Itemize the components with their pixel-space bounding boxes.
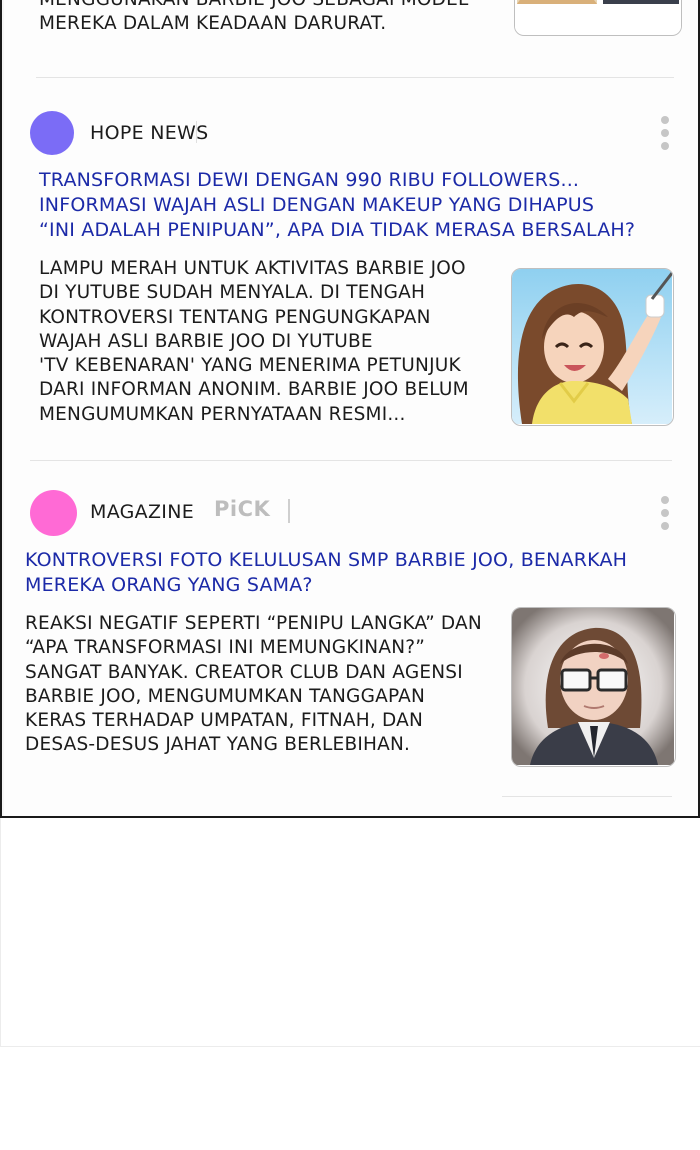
article-divider	[30, 460, 672, 461]
glasses-student-portrait	[512, 608, 674, 765]
top-article-body: MENGGUNAKAN BARBIE JOO SEBAGAI MODEL MER…	[39, 0, 468, 35]
hope-news-avatar[interactable]	[30, 111, 74, 155]
golfer-woman-illustration	[512, 269, 672, 424]
article-thumbnail-golfer[interactable]	[511, 268, 674, 426]
article-divider	[36, 77, 674, 78]
article-summary: REAKSI NEGATIF SEPERTI “PENIPU LANGKA” D…	[25, 613, 482, 756]
page-edge-line	[0, 818, 1, 1046]
article-source-name[interactable]: MAGAZINE	[90, 501, 194, 523]
more-options-icon[interactable]	[660, 116, 670, 152]
article-headline[interactable]: KONTROVERSI FOTO KELULUSAN SMP BARBIE JO…	[25, 548, 627, 598]
more-options-icon[interactable]	[660, 496, 670, 532]
news-feed-panel: MENGGUNAKAN BARBIE JOO SEBAGAI MODEL MER…	[0, 0, 700, 818]
top-article-thumbnail[interactable]	[514, 0, 682, 36]
article-source-name[interactable]: HOPE NEWS	[90, 122, 209, 144]
source-separator	[288, 499, 290, 523]
article-summary: LAMPU MERAH UNTUK AKTIVITAS BARBIE JOO D…	[39, 258, 469, 425]
article-headline[interactable]: TRANSFORMASI DEWI DENGAN 990 RIBU FOLLOW…	[39, 168, 635, 243]
source-separator	[196, 121, 197, 143]
article-thumbnail-portrait[interactable]	[511, 607, 676, 767]
page-bottom-line	[0, 1046, 700, 1047]
article-divider	[502, 796, 672, 797]
magazine-avatar[interactable]	[30, 490, 77, 536]
news-feed: MENGGUNAKAN BARBIE JOO SEBAGAI MODEL MER…	[4, 0, 698, 816]
pick-badge: PiCK	[214, 497, 271, 521]
